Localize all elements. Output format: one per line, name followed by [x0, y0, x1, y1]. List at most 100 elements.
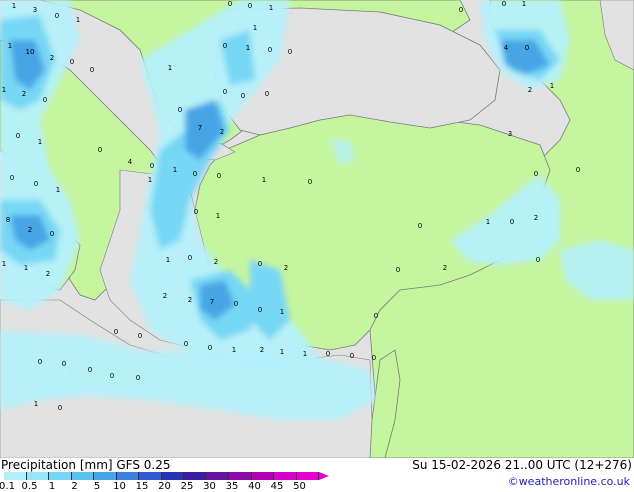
precip-value-label: 0 — [50, 230, 54, 238]
scale-swatch — [206, 472, 229, 480]
precip-value-label: 1 — [24, 264, 28, 272]
precip-value-label: 2 — [214, 258, 218, 266]
precip-value-label: 3 — [33, 6, 37, 14]
precip-value-label: 0 — [150, 162, 154, 170]
precip-value-label: 0 — [178, 106, 182, 114]
precip-value-label: 0 — [43, 96, 47, 104]
precip-value-label: 1 — [2, 86, 6, 94]
precip-value-label: 2 — [528, 86, 532, 94]
scale-label: 0.5 — [21, 481, 38, 492]
precip-value-label: 1 — [216, 212, 220, 220]
map-title: Precipitation [mm] GFS 0.25 — [1, 458, 171, 472]
precip-value-label: 1 — [2, 260, 6, 268]
precip-value-label: 1 — [38, 138, 42, 146]
precip-value-label: 0 — [372, 354, 376, 362]
precip-value-label: 2 — [22, 90, 26, 98]
precip-value-label: 0 — [16, 132, 20, 140]
precip-value-label: 0 — [193, 170, 197, 178]
precip-value-label: 0 — [459, 6, 463, 14]
scale-swatch — [71, 472, 94, 480]
precip-value-label: 0 — [418, 222, 422, 230]
precip-value-label: 1 — [12, 2, 16, 10]
precip-value-label: 1 — [303, 350, 307, 358]
precip-value-label: 0 — [136, 374, 140, 382]
precip-value-label: 0 — [208, 344, 212, 352]
precip-value-label: 0 — [258, 260, 262, 268]
scale-swatch — [161, 472, 184, 480]
scale-swatch — [139, 472, 162, 480]
scale-swatch — [229, 472, 252, 480]
scale-label: 45 — [270, 481, 284, 492]
precip-value-label: 1 — [522, 0, 526, 8]
scale-label: 50 — [293, 481, 306, 492]
precip-value-label: 10 — [26, 48, 35, 56]
precip-value-label: 0 — [223, 88, 227, 96]
precip-value-label: 0 — [38, 358, 42, 366]
scale-swatch — [251, 472, 274, 480]
precip-value-label: 0 — [62, 360, 66, 368]
precip-value-label: 0 — [228, 0, 232, 8]
precip-value-label: 0 — [576, 166, 580, 174]
scale-swatch — [296, 472, 319, 480]
precip-value-label: 2 — [220, 128, 224, 136]
precip-value-label: 0 — [34, 180, 38, 188]
precip-value-label: 0 — [396, 266, 400, 274]
scale-label: 25 — [180, 481, 194, 492]
precip-value-label: 0 — [110, 372, 114, 380]
precip-value-label: 0 — [268, 46, 272, 54]
precip-value-label: 0 — [326, 350, 330, 358]
scale-swatch — [116, 472, 139, 480]
precip-value-label: 0 — [308, 178, 312, 186]
color-scale: 0.1 0.5 1 2 5 10 15 20 25 30 35 40 45 50 — [0, 472, 334, 492]
scale-label: 40 — [248, 481, 261, 492]
precip-value-label: 0 — [55, 12, 59, 20]
precip-value-label: 1 — [550, 82, 554, 90]
precip-value-label: 1 — [148, 176, 152, 184]
precip-value-label: 1 — [34, 400, 38, 408]
precip-value-label: 2 — [260, 346, 264, 354]
credit-link[interactable]: ©weatheronline.co.uk — [508, 475, 630, 488]
precip-value-label: 0 — [114, 328, 118, 336]
precip-value-label: 1 — [280, 308, 284, 316]
scale-swatch — [184, 472, 207, 480]
precip-value-label: 2 — [50, 54, 54, 62]
precip-value-label: 0 — [265, 90, 269, 98]
scale-label: 5 — [93, 481, 101, 492]
precip-value-label: 0 — [223, 42, 227, 50]
map-footer: Precipitation [mm] GFS 0.25 Su 15-02-202… — [0, 458, 634, 492]
precip-value-label: 0 — [510, 218, 514, 226]
precip-value-label: 0 — [194, 208, 198, 216]
scale-label: 30 — [203, 481, 216, 492]
precip-value-label: 0 — [188, 254, 192, 262]
precip-value-label: 2 — [534, 214, 538, 222]
precip-value-label: 0 — [288, 48, 292, 56]
precip-value-label: 0 — [248, 2, 252, 10]
precip-value-label: 0 — [241, 92, 245, 100]
precip-value-label: 2 — [163, 292, 167, 300]
precip-value-label: 2 — [188, 296, 192, 304]
precip-value-label: 1 — [8, 42, 12, 50]
precip-value-label: 0 — [258, 306, 262, 314]
scale-arrow — [319, 472, 329, 480]
precip-value-label: 3 — [508, 130, 512, 138]
precipitation-map: 1 3 0 1 0 0 1 0 0 1 1 10 2 0 0 0 1 0 0 4 0 2 0 1 1 1 0 0 7 2 0 0 2 1 0 1 0 3 1… — [0, 0, 634, 458]
precip-value-label: 0 — [374, 312, 378, 320]
precip-value-label: 0 — [534, 170, 538, 178]
precip-value-label: 2 — [46, 270, 50, 278]
scale-label: 2 — [71, 481, 78, 492]
precip-value-label: 0 — [58, 404, 62, 412]
precip-value-label: 0 — [98, 146, 102, 154]
scale-label: 20 — [158, 481, 171, 492]
precip-value-label: 0 — [234, 300, 238, 308]
scale-label: 1 — [48, 481, 56, 492]
map-canvas: 1 30 10 0 1 00 11102 000 1 0 0 4 020111007 20 0 2 101031… — [0, 0, 634, 458]
precip-value-label: 0 — [10, 174, 14, 182]
precip-value-label: 1 — [173, 166, 177, 174]
scale-swatch — [274, 472, 297, 480]
precip-value-label: 1 — [246, 44, 250, 52]
precip-value-label: 4 — [128, 158, 133, 166]
precip-value-label: 0 — [88, 366, 92, 374]
precip-value-label: 7 — [198, 124, 202, 132]
precip-value-label: 2 — [284, 264, 288, 272]
precip-value-label: 0 — [217, 172, 221, 180]
